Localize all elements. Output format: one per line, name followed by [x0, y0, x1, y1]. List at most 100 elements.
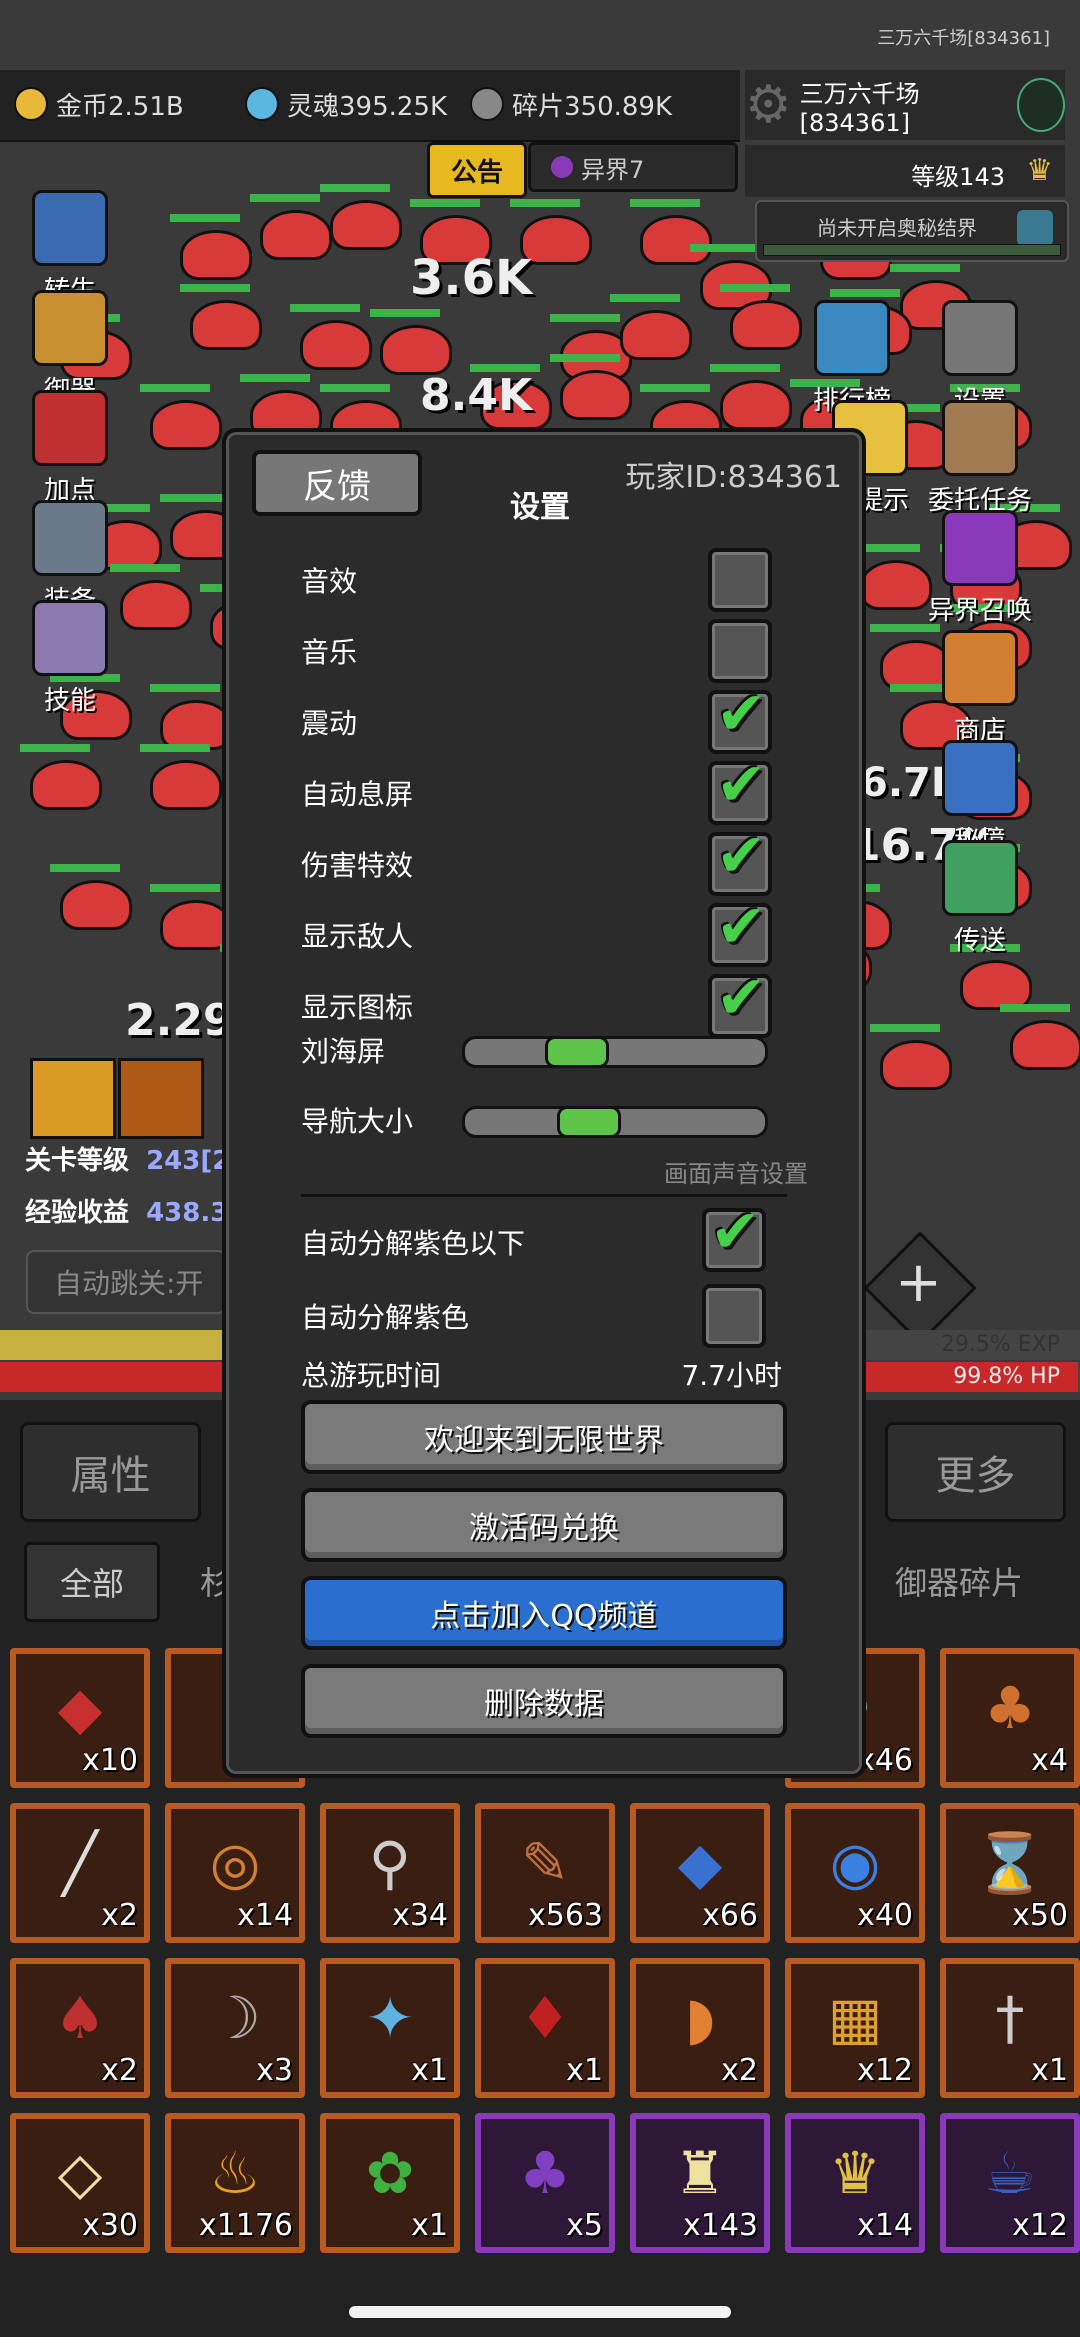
- side-menu-item[interactable]: 异界召唤: [925, 510, 1035, 627]
- secret-realm-panel[interactable]: 尚未开启奥秘结界: [755, 200, 1069, 262]
- pepper-icon: ♠: [54, 1983, 106, 2052]
- side-menu-item[interactable]: 加点: [15, 390, 125, 507]
- inventory-slot[interactable]: ☕ x12: [940, 2113, 1080, 2253]
- enemy-hp-bar: [320, 184, 390, 192]
- redeem-code-button[interactable]: 激活码兑换: [301, 1488, 787, 1562]
- enemy-hp-bar: [150, 884, 220, 892]
- auto-skip-toggle[interactable]: 自动跳关:开: [26, 1250, 226, 1314]
- toggle-label: 震动: [301, 707, 358, 740]
- side-menu-label: 技能: [43, 686, 96, 716]
- side-menu-item[interactable]: 商店: [925, 630, 1035, 747]
- inventory-slot[interactable]: ♠ x2: [10, 1958, 150, 2098]
- enemy-slime: [180, 230, 252, 280]
- toggle-checkbox[interactable]: ✔: [708, 684, 772, 754]
- level-panel: 等级143 ♛: [745, 145, 1065, 197]
- inventory-slot[interactable]: ◎ x14: [165, 1803, 305, 1943]
- inventory-slot[interactable]: ◗ x2: [630, 1958, 770, 2098]
- item-count: x30: [82, 2208, 138, 2243]
- inventory-slot[interactable]: ◉ x40: [785, 1803, 925, 1943]
- resource-bar: 金币2.51B 灵魂395.25K 碎片350.89K: [0, 70, 740, 142]
- horn-icon: ☽: [209, 1983, 261, 2052]
- enemy-hp-bar: [410, 199, 480, 207]
- notch-slider[interactable]: [462, 1036, 768, 1068]
- skill-slot[interactable]: [30, 1058, 116, 1139]
- exp-bar-label: 29.5% EXP: [940, 1332, 1060, 1357]
- inventory-slot[interactable]: ☽ x3: [165, 1958, 305, 2098]
- skill-slot[interactable]: [118, 1058, 204, 1139]
- inventory-slot[interactable]: ♣ x5: [475, 2113, 615, 2253]
- enemy-hp-bar: [550, 314, 620, 322]
- item-count: x40: [857, 1898, 913, 1933]
- enemy-slime: [1010, 1020, 1080, 1070]
- feedback-button[interactable]: 反馈: [252, 450, 422, 516]
- auto-skip-label: 自动跳关:开: [54, 1267, 204, 1300]
- enemy-hp-bar: [250, 194, 320, 202]
- notch-slider-knob[interactable]: [545, 1036, 609, 1068]
- side-menu-label: 异界召唤: [927, 596, 1032, 626]
- soul-icon: [245, 87, 279, 121]
- inventory-slot[interactable]: ✿ x1: [320, 2113, 460, 2253]
- inventory-slot[interactable]: ◇ x30: [10, 2113, 150, 2253]
- toggle-checkbox[interactable]: [708, 548, 772, 612]
- tab-attributes[interactable]: 属性: [20, 1422, 201, 1522]
- inventory-slot[interactable]: ♦ x1: [475, 1958, 615, 2098]
- inventory-slot[interactable]: ✎ x563: [475, 1803, 615, 1943]
- inventory-slot[interactable]: ╱ x2: [10, 1803, 150, 1943]
- home-indicator[interactable]: [349, 2306, 731, 2318]
- soul-label: 灵魂395.25K: [287, 91, 448, 122]
- inventory-slot[interactable]: † x1: [940, 1958, 1080, 2098]
- enemy-hp-bar: [630, 199, 700, 207]
- nav-size-slider[interactable]: [462, 1106, 768, 1138]
- nav-size-slider-knob[interactable]: [557, 1106, 621, 1138]
- filter-all[interactable]: 全部: [24, 1542, 160, 1622]
- toggle-checkbox[interactable]: ✔: [708, 897, 772, 967]
- enemy-hp-bar: [830, 289, 900, 297]
- enemy-hp-bar: [1000, 1004, 1070, 1012]
- secret-realm-label: 尚未开启奥秘结界: [817, 216, 977, 240]
- leaf-icon[interactable]: [1016, 78, 1065, 132]
- gold-counter: 金币2.51B: [14, 84, 184, 124]
- tooth-icon: ◗: [684, 1983, 716, 2052]
- notice-tab[interactable]: 公告: [427, 142, 527, 198]
- map-icon: ▦: [827, 1983, 883, 2052]
- stage-level-label: 关卡等级: [25, 1146, 130, 1176]
- side-menu-item[interactable]: 传送: [925, 840, 1035, 957]
- welcome-button[interactable]: 欢迎来到无限世界: [301, 1400, 787, 1474]
- auto-decompose-purple-checkbox[interactable]: [702, 1284, 766, 1348]
- inventory-slot[interactable]: ⚲ x34: [320, 1803, 460, 1943]
- toggle-checkbox[interactable]: [708, 619, 772, 683]
- inventory-slot[interactable]: ▦ x12: [785, 1958, 925, 2098]
- side-menu-item[interactable]: 技能: [15, 600, 125, 717]
- coin-icon: [14, 87, 48, 121]
- side-menu-item[interactable]: 委托任务: [925, 400, 1035, 517]
- auto-decompose-below-purple-checkbox[interactable]: ✔: [702, 1202, 766, 1272]
- join-qq-channel-button[interactable]: 点击加入QQ频道: [301, 1576, 787, 1650]
- otherworld-tab[interactable]: 异界7: [528, 142, 738, 192]
- enemy-slime: [560, 370, 632, 420]
- toggle-checkbox[interactable]: ✔: [708, 826, 772, 896]
- filter-fragments[interactable]: 御器碎片: [895, 1558, 1023, 1604]
- inventory-slot[interactable]: ◆ x10: [10, 1648, 150, 1788]
- inventory-slot[interactable]: ◆ x66: [630, 1803, 770, 1943]
- inventory-slot[interactable]: ♛ x14: [785, 2113, 925, 2253]
- otherworld-label: 异界7: [581, 155, 645, 184]
- enemy-hp-bar: [320, 384, 390, 392]
- enemy-hp-bar: [610, 294, 680, 302]
- delete-data-button[interactable]: 删除数据: [301, 1664, 787, 1738]
- inventory-slot[interactable]: ♣ x4: [940, 1648, 1080, 1788]
- inventory-slot[interactable]: ⌛ x50: [940, 1803, 1080, 1943]
- bone-icon: ⚲: [368, 1828, 412, 1897]
- inventory-slot[interactable]: ♨ x1176: [165, 2113, 305, 2253]
- enemy-hp-bar: [690, 244, 760, 252]
- exp-income-label: 经验收益: [25, 1198, 130, 1228]
- toggle-checkbox[interactable]: ✔: [708, 755, 772, 825]
- inventory-slot[interactable]: ♜ x143: [630, 2113, 770, 2253]
- inventory-slot[interactable]: ✦ x1: [320, 1958, 460, 2098]
- tab-more[interactable]: 更多: [885, 1422, 1066, 1522]
- pouch-icon: ♣: [519, 2138, 571, 2207]
- toggle-checkbox[interactable]: ✔: [708, 968, 772, 1038]
- damage-number: 3.6K: [410, 250, 533, 306]
- enemy-hp-bar: [870, 1024, 940, 1032]
- redeem-code-button-label: 激活码兑换: [469, 1511, 619, 1546]
- server-panel[interactable]: ⚙ 三万六千场[834361]: [745, 70, 1065, 140]
